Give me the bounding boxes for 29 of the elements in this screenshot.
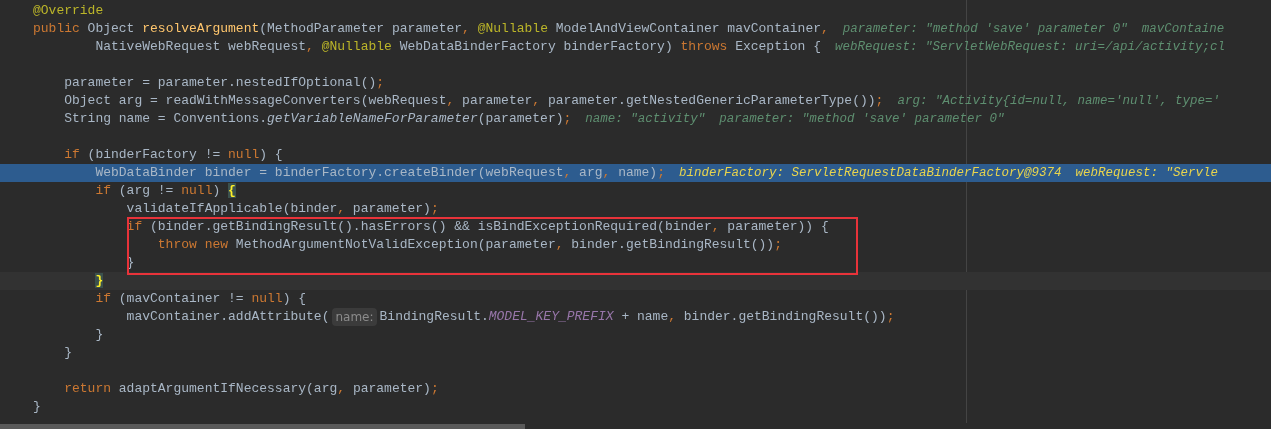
code-text: validateIfApplicable(binder, parameter); xyxy=(125,200,439,218)
inline-debug-value: parameter: "method 'save' parameter 0" xyxy=(842,21,1128,38)
code-text: return adaptArgumentIfNecessary(arg, parameter); xyxy=(63,380,439,398)
code-text: parameter = parameter.nestedIfOptional(); xyxy=(63,74,385,92)
inline-debug-value: webRequest: "Servle xyxy=(1075,165,1219,182)
inline-debug-value: name: "activity" xyxy=(585,111,706,128)
code-text: mavContainer.addAttribute( xyxy=(125,308,330,326)
inline-debug-value: webRequest: "ServletWebRequest: uri=/api/activity;cl xyxy=(834,39,1226,56)
horizontal-scrollbar[interactable] xyxy=(0,424,525,429)
code-text: NativeWebRequest webRequest, @Nullable WebDataBinderFactory binderFactory) throws Exception { xyxy=(94,38,821,56)
code-text: @Override xyxy=(33,2,104,20)
code-text: WebDataBinder binder = binderFactory.createBinder(webRequest, arg, name); xyxy=(94,164,665,182)
inline-debug-value: binderFactory: ServletRequestDataBinderFactory@9374 xyxy=(678,165,1062,182)
inline-debug-value: arg: "Activity{id=null, name='null', type=' xyxy=(897,93,1220,110)
inline-debug-value: mavContaine xyxy=(1141,21,1225,38)
code-text: throw new MethodArgumentNotValidException(parameter, binder.getBindingResult()); xyxy=(156,236,782,254)
code-text: BindingResult.MODEL_KEY_PREFIX + name, binder.getBindingResult()); xyxy=(379,308,895,326)
inline-debug-value: parameter: "method 'save' parameter 0" xyxy=(719,111,1005,128)
code-text: } xyxy=(94,272,104,290)
code-text: if (arg != null) { xyxy=(94,182,236,200)
code-text: String name = Conventions.getVariableNameForParameter(parameter); xyxy=(63,110,572,128)
code-text: if (binderFactory != null) { xyxy=(63,146,283,164)
parameter-hint: name: xyxy=(332,308,377,326)
code-text: } xyxy=(94,326,104,344)
code-text: public Object resolveArgument(MethodParameter parameter, @Nullable ModelAndViewContainer mavContainer, xyxy=(33,20,829,38)
code-text: Object arg = readWithMessageConverters(webRequest, parameter, parameter.getNestedGenericParameterType()); xyxy=(63,92,884,110)
code-text: } xyxy=(33,398,41,416)
code-text: if (mavContainer != null) { xyxy=(94,290,307,308)
code-text: } xyxy=(63,344,72,362)
